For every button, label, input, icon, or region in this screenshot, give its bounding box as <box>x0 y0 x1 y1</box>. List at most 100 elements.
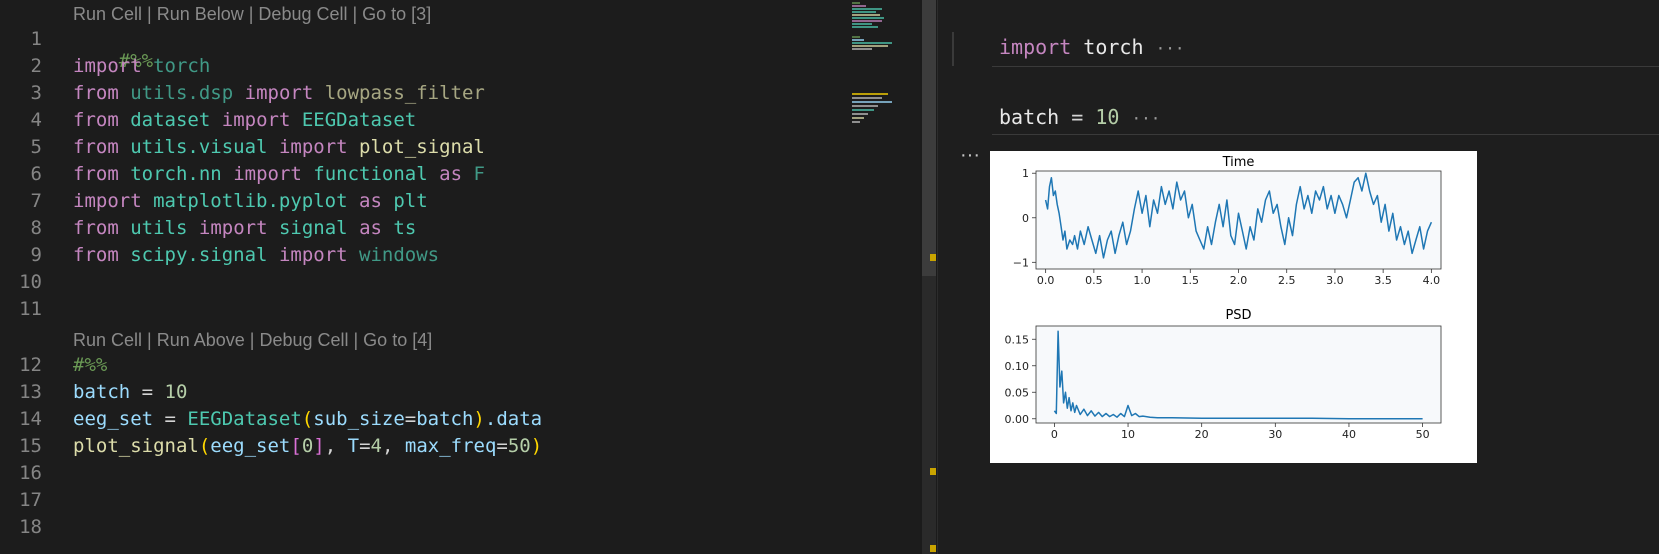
keyword: import <box>221 109 291 131</box>
keyword: import <box>999 35 1072 59</box>
paren: ( <box>301 408 314 430</box>
paren: ) <box>473 408 485 430</box>
minimap-line <box>852 5 866 7</box>
keyword: import <box>278 244 348 266</box>
plot-axes-frame <box>1035 325 1442 424</box>
keyword: import <box>233 163 302 185</box>
keyword: from <box>73 109 119 131</box>
number: 10 <box>1095 105 1120 129</box>
minimap-line <box>852 45 888 47</box>
line-number: 13 <box>19 381 42 403</box>
function-name: plot_signal <box>73 435 199 457</box>
keyword: import <box>73 55 142 77</box>
cell-marker: #%% <box>73 354 108 376</box>
plot-figure: Time0.0 0.5 1.0 1.5 2.0 2.5 3.0 3.5 4.010−1PSD0 1… <box>1005 155 1442 441</box>
imported-name: signal <box>278 217 348 239</box>
output-more-actions-icon[interactable]: ··· <box>960 144 980 167</box>
cell-divider <box>992 134 1659 135</box>
y-tick-label: −1 <box>1013 256 1029 269</box>
minimap-line <box>852 17 884 19</box>
operator: = <box>496 435 508 457</box>
code-line-3[interactable]: from utils.dsp import lowpass_filter <box>73 82 485 104</box>
line-number: 15 <box>19 435 42 457</box>
alias-name: plt <box>393 190 428 212</box>
y-tick-label: 0.10 <box>1005 360 1030 373</box>
imported-name: functional <box>313 163 428 185</box>
imported-name: EEGDataset <box>301 109 417 131</box>
paren: ) <box>530 435 543 457</box>
minimap-line <box>852 8 882 10</box>
attribute: .data <box>484 408 543 430</box>
interactive-cell-1[interactable]: import torch ··· <box>999 35 1184 59</box>
code-line-13[interactable]: batch = 10 <box>73 381 187 403</box>
code-line-2[interactable]: import torch <box>73 55 210 77</box>
x-tick-label: 0 <box>1051 428 1058 441</box>
alias-name: F <box>473 163 485 185</box>
code-line-4[interactable]: from dataset import EEGDataset <box>73 109 416 131</box>
number: 50 <box>507 435 531 457</box>
interactive-cell-2[interactable]: batch = 10 ··· <box>999 105 1160 129</box>
codelens-cell-2[interactable]: Run Cell | Run Above | Debug Cell | Go t… <box>73 330 432 351</box>
line-number: 2 <box>30 55 42 77</box>
line-number: 7 <box>30 190 42 212</box>
keyword: import <box>198 217 268 239</box>
imported-name: plot_signal <box>359 136 485 158</box>
module-name: matplotlib.pyplot <box>153 190 348 212</box>
line-number: 12 <box>19 354 42 376</box>
module-name: torch.nn <box>130 163 222 185</box>
argument: T <box>347 435 360 457</box>
minimap-line <box>852 93 888 95</box>
y-tick-label: 0.00 <box>1005 413 1030 426</box>
scrollbar-thumb[interactable] <box>922 0 936 276</box>
x-tick-label: 3.0 <box>1326 274 1344 287</box>
codelens-cell-1[interactable]: Run Cell | Run Below | Debug Cell | Go t… <box>73 4 431 25</box>
code-editor[interactable]: Run Cell | Run Below | Debug Cell | Go t… <box>0 0 920 554</box>
code-line-14[interactable]: eeg_set = EEGDataset(sub_size=batch).dat… <box>73 408 542 430</box>
x-tick-label: 1.0 <box>1133 274 1151 287</box>
argument-value: batch <box>416 408 474 430</box>
minimap-line <box>852 23 872 25</box>
cell-divider <box>992 66 1659 67</box>
code-line-8[interactable]: from utils import signal as ts <box>73 217 416 239</box>
x-tick-label: 10 <box>1121 428 1135 441</box>
collapsed-cell-ellipsis[interactable]: ··· <box>1156 39 1185 58</box>
interactive-window[interactable]: import torch ··· batch = 10 ··· ··· Time… <box>937 0 1659 554</box>
line-number: 17 <box>19 489 42 511</box>
bracket: [ <box>290 435 302 457</box>
code-line-6[interactable]: from torch.nn import functional as F <box>73 163 485 185</box>
minimap-line <box>852 48 872 50</box>
code-line-12[interactable]: #%% <box>73 354 107 376</box>
code-line-7[interactable]: import matplotlib.pyplot as plt <box>73 190 428 212</box>
minimap-line <box>852 11 876 13</box>
number: 10 <box>164 381 188 403</box>
keyword: as <box>439 163 463 185</box>
argument: max_freq <box>404 435 497 457</box>
x-tick-label: 40 <box>1342 428 1356 441</box>
comma: , <box>381 435 405 457</box>
x-tick-label: 0.0 <box>1037 274 1055 287</box>
cell-gutter-bar <box>952 32 954 66</box>
alias-name: ts <box>393 217 417 239</box>
imported-name: lowpass_filter <box>324 82 485 104</box>
keyword: as <box>359 217 382 239</box>
minimap-line <box>852 105 878 107</box>
minimap-line <box>852 97 882 99</box>
x-tick-label: 0.5 <box>1085 274 1103 287</box>
minimap-line <box>852 101 892 103</box>
keyword: from <box>73 217 119 239</box>
minimap[interactable] <box>848 0 893 140</box>
x-tick-label: 3.5 <box>1374 274 1392 287</box>
number: 0 <box>301 435 314 457</box>
minimap-line <box>852 14 880 16</box>
code-line-5[interactable]: from utils.visual import plot_signal <box>73 136 485 158</box>
line-number: 4 <box>30 109 42 131</box>
code-line-9[interactable]: from scipy.signal import windows <box>73 244 439 266</box>
collapsed-cell-ellipsis[interactable]: ··· <box>1131 109 1160 128</box>
operator: = <box>130 381 165 403</box>
class-name: EEGDataset <box>187 408 302 430</box>
keyword: from <box>73 136 119 158</box>
line-number: 9 <box>30 244 42 266</box>
overview-ruler-marker <box>930 254 936 261</box>
code-line-15[interactable]: plot_signal(eeg_set[0], T=4, max_freq=50… <box>73 435 542 457</box>
y-tick-label: 0.15 <box>1005 333 1030 346</box>
